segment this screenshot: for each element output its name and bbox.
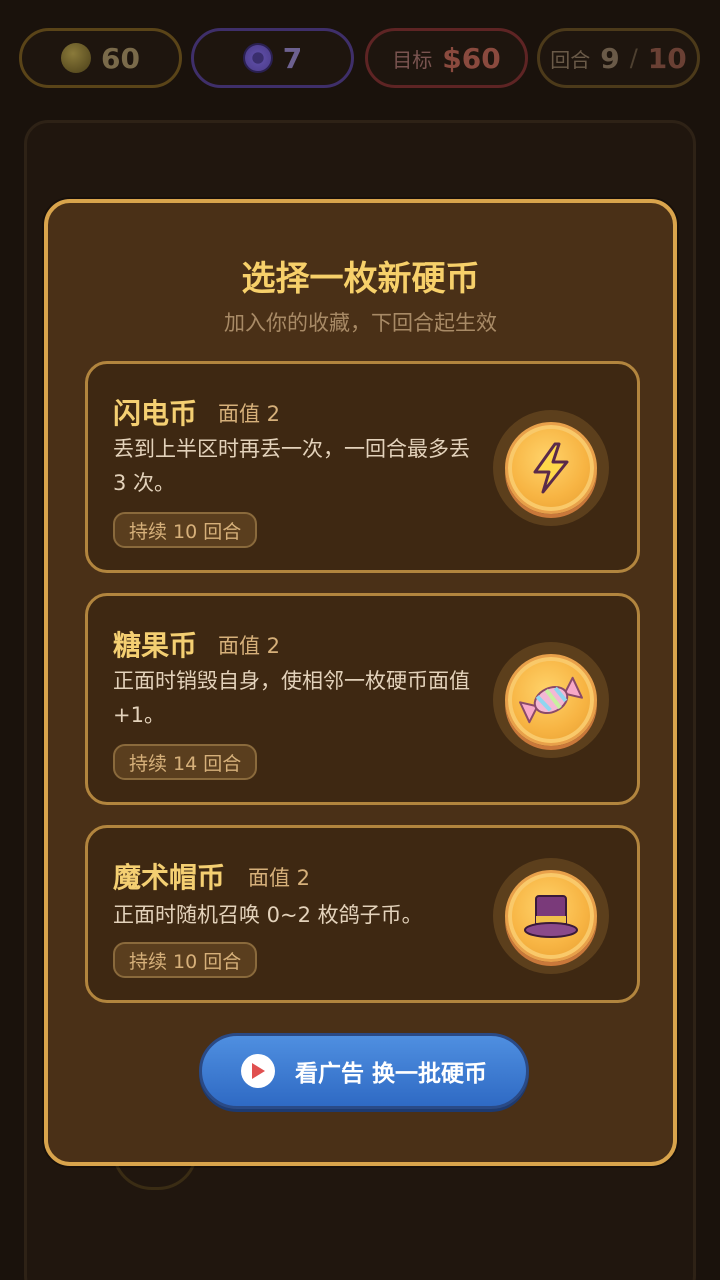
coin-value: 面值 2 — [218, 402, 281, 426]
coin-image — [493, 858, 609, 974]
tokens-value: 7 — [282, 41, 303, 75]
top-hat-icon — [524, 895, 578, 938]
coin-duration-badge: 持续 10 回合 — [113, 942, 258, 978]
coin-description: 丢到上半区时再丢一次，一回合最多丢 3 次。 — [113, 437, 470, 495]
coin-card-magic-hat[interactable]: 魔术帽币 面值 2 正面时随机召唤 0~2 枚鸽子币。 持续 10 回合 — [85, 825, 640, 1003]
coins-value: 60 — [101, 41, 140, 75]
coin-name: 闪电币 — [113, 397, 198, 430]
candy-icon — [519, 676, 583, 724]
modal-title: 选择一枚新硬币 — [241, 259, 480, 299]
coin-image — [493, 410, 609, 526]
modal-subtitle: 加入你的收藏，下回合起生效 — [224, 311, 497, 335]
coin-card-candy[interactable]: 糖果币 面值 2 正面时销毁自身，使相邻一枚硬币面值 +1。 持续 14 回合 — [85, 593, 640, 805]
token-icon — [242, 43, 273, 73]
round-label: 回合 — [550, 47, 591, 72]
coins-counter: 60 — [19, 28, 182, 88]
coin-value: 面值 2 — [248, 866, 311, 890]
goal-label: 目标 — [392, 47, 433, 72]
round-separator: / — [629, 44, 638, 72]
lightning-icon — [533, 442, 569, 494]
coin-icon — [61, 43, 92, 73]
watch-ad-label: 看广告 换一批硬币 — [294, 1061, 487, 1087]
coin-name: 魔术帽币 — [113, 861, 226, 894]
tokens-counter: 7 — [191, 28, 354, 88]
coin-value: 面值 2 — [218, 634, 281, 658]
goal-value: $60 — [442, 41, 501, 75]
goal-counter: 目标 $60 — [365, 28, 528, 88]
watch-ad-refresh-button[interactable]: 看广告 换一批硬币 — [199, 1033, 529, 1109]
top-stat-bar: 60 7 目标 $60 回合 9 / 10 — [0, 0, 720, 110]
coin-card-lightning[interactable]: 闪电币 面值 2 丢到上半区时再丢一次，一回合最多丢 3 次。 持续 10 回合 — [85, 361, 640, 573]
coin-image — [493, 642, 609, 758]
coin-selection-modal: 选择一枚新硬币 加入你的收藏，下回合起生效 闪电币 面值 2 丢到上半区时再丢一… — [44, 199, 677, 1166]
round-max: 10 — [647, 41, 687, 75]
coin-name: 糖果币 — [113, 629, 198, 662]
play-icon — [240, 1054, 275, 1088]
coin-duration-badge: 持续 14 回合 — [113, 744, 258, 780]
coin-duration-badge: 持续 10 回合 — [113, 512, 258, 548]
round-current: 9 — [600, 41, 620, 75]
coin-description: 正面时销毁自身，使相邻一枚硬币面值 +1。 — [113, 669, 470, 727]
round-counter: 回合 9 / 10 — [537, 28, 700, 88]
coin-description: 正面时随机召唤 0~2 枚鸽子币。 — [113, 903, 423, 927]
